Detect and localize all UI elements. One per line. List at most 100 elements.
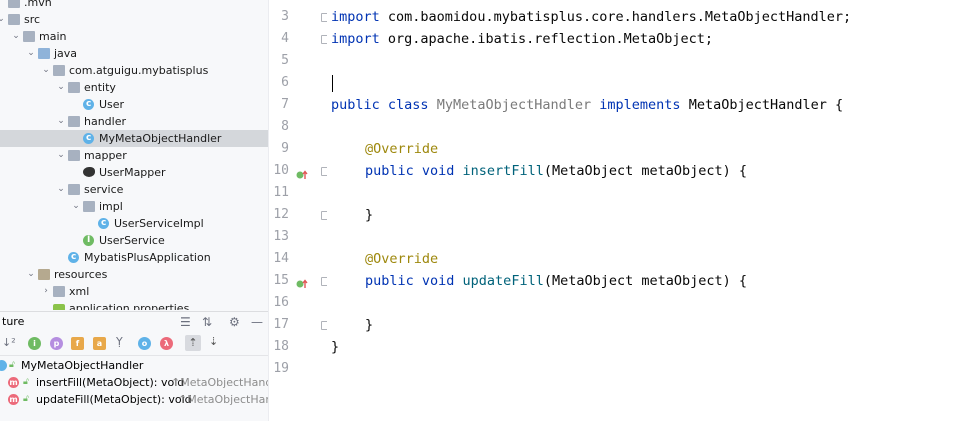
package-icon [53, 65, 65, 76]
tree-item[interactable]: UserServiceImpl [0, 215, 268, 232]
gear-icon[interactable]: ⚙ [229, 312, 240, 332]
override-method-icon[interactable] [296, 275, 308, 288]
chevron-down-icon[interactable]: ⌄ [71, 198, 81, 215]
scroll-from-source-icon[interactable]: ⇡ [185, 335, 201, 351]
tree-item[interactable]: MyMetaObjectHandler [0, 130, 268, 147]
line-number: 9 [281, 141, 289, 156]
chevron-down-icon[interactable]: ⌄ [0, 11, 6, 28]
line-number: 8 [281, 119, 289, 134]
tree-item[interactable]: ⌄ mapper [0, 147, 268, 164]
structure-root[interactable]: 🔓︎ MyMetaObjectHandler [0, 357, 268, 374]
left-panel: .mvn ⌄ src ⌄ main ⌄ java ⌄ com.atguigu.mybatispl… [0, 0, 268, 421]
source-folder-icon [38, 48, 50, 59]
line-number: 10 [273, 163, 289, 178]
tree-item[interactable]: ⌄ main [0, 28, 268, 45]
chevron-down-icon[interactable]: ⌄ [26, 266, 36, 283]
tree-item-label: UserService [99, 234, 165, 247]
scroll-to-source-icon[interactable]: ⇣ [209, 335, 218, 348]
tree-item[interactable]: ⌄ impl [0, 198, 268, 215]
closing-brace: } [331, 339, 340, 355]
tree-item[interactable]: ⌄ entity [0, 79, 268, 96]
tree-item-label: com.atguigu.mybatisplus [69, 64, 209, 77]
code-line-4: import org.apache.ibatis.reflection.Meta… [331, 28, 713, 50]
structure-member[interactable]: m 🔓︎ insertFill(MetaObject): void ↑MetaO… [0, 374, 268, 391]
properties-file-icon [53, 304, 65, 310]
property-icon[interactable]: p [50, 337, 63, 350]
code-line-10: public void insertFill(MetaObject metaOb… [365, 160, 747, 182]
expand-all-icon[interactable]: ☰ [180, 312, 191, 332]
code-line-17: } [365, 314, 373, 336]
package-icon [68, 116, 80, 127]
line-number: 15 [273, 273, 289, 288]
code-line-7: public class MyMetaObjectHandler impleme… [331, 94, 843, 116]
chevron-down-icon[interactable]: ⌄ [56, 147, 66, 164]
tree-item-label: java [54, 47, 78, 60]
structure-root-label: MyMetaObjectHandler [21, 359, 144, 372]
field-icon[interactable]: f [71, 337, 84, 350]
line-number: 16 [273, 295, 289, 310]
tree-item[interactable]: ⌄ service [0, 181, 268, 198]
tree-item-label: .mvn [24, 0, 52, 9]
tree-item-label: application.properties [69, 302, 190, 310]
chevron-down-icon[interactable]: ⌄ [41, 62, 51, 79]
method-icon: m [8, 394, 19, 405]
tree-item-label: mapper [84, 149, 127, 162]
class-filter-icon[interactable]: i [28, 337, 41, 350]
folder-icon [23, 31, 35, 42]
line-number: 3 [281, 9, 289, 24]
line-number: 4 [281, 31, 289, 46]
lambda-icon[interactable]: λ [160, 337, 173, 350]
lock-small-icon: 🔓︎ [23, 377, 29, 387]
structure-title: ture [2, 315, 25, 328]
anonymous-icon[interactable]: o [138, 337, 151, 350]
inherited-icon[interactable]: Ỵ [116, 335, 123, 348]
chevron-right-icon[interactable]: › [41, 283, 51, 300]
closing-brace: } [365, 207, 374, 223]
structure-toolbar: ↓² i p f a Ỵ o λ ⇡ ⇣ [0, 333, 268, 356]
lock-icon[interactable]: a [93, 337, 106, 350]
chevron-down-icon[interactable]: ⌄ [56, 113, 66, 130]
line-number: 6 [281, 75, 289, 90]
structure-member[interactable]: m 🔓︎ updateFill(MetaObject): void ↑MetaO… [0, 391, 268, 408]
tree-item[interactable]: User [0, 96, 268, 113]
line-number: 12 [273, 207, 289, 222]
override-method-icon[interactable] [296, 166, 308, 179]
method-modifiers: public void [365, 163, 455, 179]
tree-item-label: src [24, 13, 41, 26]
class-name: MyMetaObjectHandler [436, 97, 592, 113]
tree-item[interactable]: UserService [0, 232, 268, 249]
tree-item-label: impl [99, 200, 123, 213]
chevron-down-icon[interactable]: ⌄ [11, 28, 21, 45]
tree-item[interactable]: .mvn [0, 0, 268, 11]
folder-icon [8, 0, 20, 8]
tree-item[interactable]: application.properties [0, 300, 268, 310]
text-caret [332, 75, 333, 92]
class-icon [68, 249, 79, 266]
tree-item-label: xml [69, 285, 90, 298]
tree-item[interactable]: UserMapper [0, 164, 268, 181]
chevron-down-icon[interactable]: ⌄ [56, 181, 66, 198]
tree-item[interactable]: ⌄ src [0, 11, 268, 28]
tree-item-label: entity [84, 81, 116, 94]
code-editor[interactable]: import com.baomidou.mybatisplus.core.han… [327, 0, 959, 421]
tree-item[interactable]: MybatisPlusApplication [0, 249, 268, 266]
tree-item-label: MybatisPlusApplication [84, 251, 211, 264]
tree-item[interactable]: ⌄ resources [0, 266, 268, 283]
tree-item[interactable]: ⌄ handler [0, 113, 268, 130]
chevron-down-icon[interactable]: ⌄ [26, 45, 36, 62]
tree-item[interactable]: ⌄ java [0, 45, 268, 62]
collapse-all-icon[interactable]: ⇅ [202, 312, 212, 332]
sort-icon[interactable]: ↓² [2, 336, 16, 349]
method-name: updateFill [462, 273, 544, 289]
line-number: 13 [273, 229, 289, 244]
tree-item[interactable]: › xml [0, 283, 268, 300]
tree-item-label: MyMetaObjectHandler [99, 132, 222, 145]
project-tree: .mvn ⌄ src ⌄ main ⌄ java ⌄ com.atguigu.mybatispl… [0, 0, 268, 310]
lock-small-icon: 🔓︎ [9, 360, 15, 370]
chevron-down-icon[interactable]: ⌄ [56, 79, 66, 96]
minimize-icon[interactable]: — [251, 312, 263, 332]
tree-item[interactable]: ⌄ com.atguigu.mybatisplus [0, 62, 268, 79]
package-icon [83, 201, 95, 212]
interface-icon [83, 232, 94, 249]
method-params: (MetaObject metaObject) { [543, 273, 748, 289]
